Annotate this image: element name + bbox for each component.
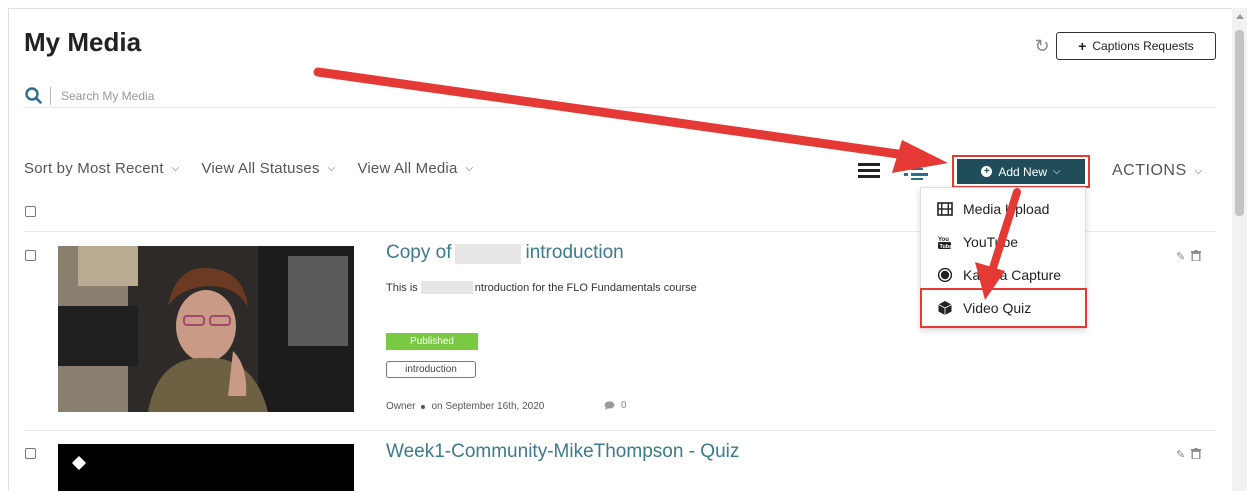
- entry-date: on September 16th, 2020: [431, 401, 545, 412]
- thumbnail-image: [58, 246, 354, 412]
- actions-dropdown[interactable]: ACTIONS ⌵: [1112, 162, 1203, 180]
- separator-dot: [421, 404, 426, 409]
- entry-title-prefix: Copy of: [386, 242, 452, 263]
- video-thumbnail[interactable]: [58, 444, 354, 491]
- youtube-icon: YouTube: [938, 237, 953, 250]
- menu-item-media-upload[interactable]: Media Upload: [937, 201, 1049, 217]
- scroll-up-icon[interactable]: [1236, 14, 1244, 19]
- sort-label: Sort by Most Recent: [24, 160, 164, 177]
- chevron-down-icon: ⌵: [465, 163, 474, 174]
- media-filter-dropdown[interactable]: View All Media ⌵: [357, 160, 473, 177]
- comment-count: 0: [604, 400, 627, 411]
- chevron-down-icon: ⌵: [1194, 165, 1203, 177]
- row-checkbox[interactable]: [25, 448, 36, 459]
- entry-title-link[interactable]: Copy of introduction: [386, 242, 624, 264]
- film-icon: [937, 202, 953, 216]
- row-tools: ✎: [1176, 448, 1202, 461]
- entry-description-prefix: This is: [386, 281, 418, 294]
- plus-circle-icon: +: [981, 166, 993, 177]
- search-icon[interactable]: [24, 86, 44, 106]
- entry-title-link[interactable]: Week1-Community-MikeThompson - Quiz: [386, 441, 739, 463]
- video-quiz-highlight: [920, 288, 1087, 328]
- row-divider: [24, 430, 1216, 431]
- search-input[interactable]: [61, 88, 461, 103]
- trash-icon[interactable]: [1191, 448, 1202, 459]
- refresh-icon[interactable]: ↻: [1032, 36, 1052, 56]
- tag-chip[interactable]: introduction: [386, 361, 476, 378]
- menu-item-youtube[interactable]: You Tube YouTube: [937, 234, 1018, 250]
- chevron-down-icon: ⌵: [327, 163, 336, 174]
- menu-item-label: Kaltura Capture: [963, 267, 1062, 283]
- actions-label: ACTIONS: [1112, 162, 1187, 179]
- add-new-label: Add New: [998, 164, 1048, 179]
- sort-dropdown[interactable]: Sort by Most Recent ⌵: [24, 160, 179, 177]
- entry-description-suffix: ntroduction for the FLO Fundamentals cou…: [474, 281, 697, 294]
- comment-icon: [604, 401, 615, 410]
- redacted-name: [455, 244, 522, 264]
- status-filter-dropdown[interactable]: View All Statuses ⌵: [201, 160, 335, 177]
- list-view-icon[interactable]: [858, 163, 880, 179]
- add-new-button[interactable]: + Add New ⌵: [957, 159, 1085, 184]
- captions-requests-button[interactable]: + Captions Requests: [1056, 32, 1216, 60]
- entry-meta: Owner on September 16th, 2020: [386, 401, 544, 412]
- status-badge: Published: [386, 333, 478, 350]
- video-thumbnail[interactable]: [58, 246, 354, 412]
- chevron-down-icon: ⌵: [171, 163, 180, 174]
- record-icon: [937, 267, 953, 283]
- add-new-highlight: + Add New ⌵: [952, 155, 1090, 188]
- menu-item-kaltura-capture[interactable]: Kaltura Capture: [937, 267, 1061, 283]
- plus-icon: +: [1078, 38, 1087, 54]
- cube-icon: [71, 455, 87, 471]
- status-filter-label: View All Statuses: [201, 160, 320, 177]
- comment-count-value: 0: [621, 400, 627, 411]
- detailed-view-icon[interactable]: [904, 163, 928, 181]
- search-divider: [50, 86, 51, 105]
- media-filter-label: View All Media: [357, 160, 458, 177]
- row-checkbox[interactable]: [25, 250, 36, 261]
- redacted-name: [420, 281, 473, 294]
- page-title: My Media: [24, 27, 142, 57]
- svg-text:Tube: Tube: [940, 244, 953, 250]
- scrollbar[interactable]: [1232, 8, 1247, 491]
- entry-owner: Owner: [386, 401, 416, 412]
- select-all-checkbox[interactable]: [25, 206, 36, 217]
- search-bar: [24, 84, 1216, 108]
- menu-item-label: YouTube: [963, 234, 1019, 250]
- pencil-icon[interactable]: ✎: [1176, 448, 1185, 461]
- entry-description: This is ntroduction for the FLO Fundamen…: [386, 281, 697, 294]
- trash-icon[interactable]: [1191, 250, 1202, 261]
- menu-item-label: Media Upload: [963, 201, 1050, 217]
- entry-title-suffix: introduction: [525, 242, 624, 263]
- pencil-icon[interactable]: ✎: [1176, 250, 1185, 263]
- filter-bar: Sort by Most Recent ⌵ View All Statuses …: [24, 160, 473, 177]
- captions-requests-label: Captions Requests: [1092, 39, 1194, 53]
- scrollbar-thumb[interactable]: [1235, 30, 1244, 216]
- row-tools: ✎: [1176, 250, 1202, 263]
- chevron-down-icon: ⌵: [1053, 166, 1061, 177]
